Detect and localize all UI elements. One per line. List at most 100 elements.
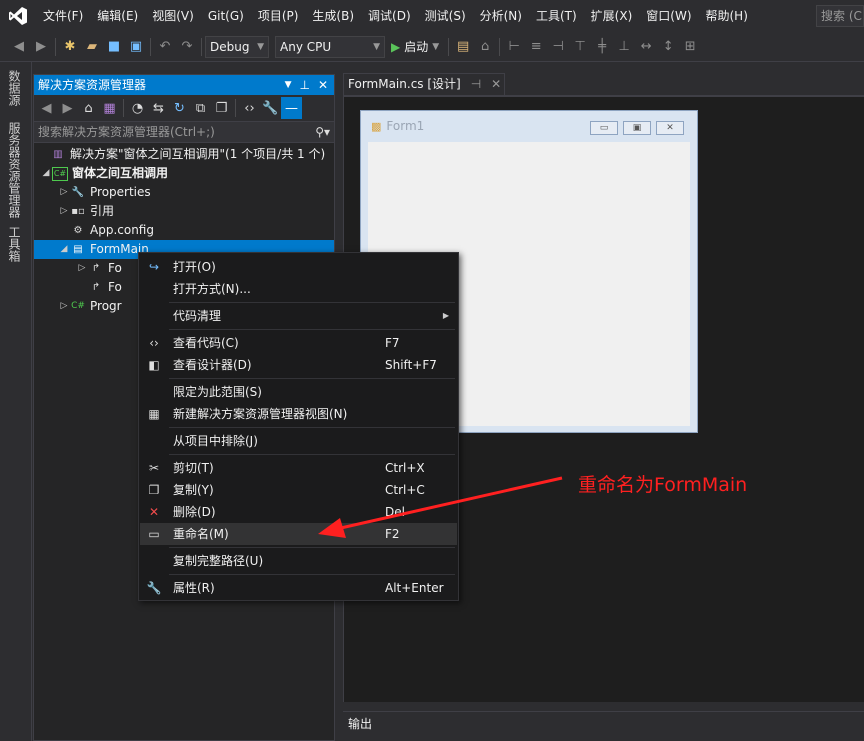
menu-item-new-explorer-view[interactable]: ▦ 新建解决方案资源管理器视图(N) (140, 403, 457, 425)
tree-item-references[interactable]: ▷ ▪▫ 引用 (34, 202, 334, 221)
configuration-select[interactable]: Debug ▼ (205, 35, 269, 58)
menu-item-code-cleanup[interactable]: 代码清理 ▶ (140, 305, 457, 327)
menu-item-label: 从项目中排除(J) (173, 434, 258, 448)
menu-view[interactable]: 视图(V) (145, 0, 201, 32)
align-middle-icon[interactable]: ╪ (591, 36, 613, 58)
new-project-icon[interactable]: ✱ (59, 36, 81, 58)
search-box[interactable]: 搜索 (C (816, 5, 864, 27)
code-icon[interactable]: ‹› (239, 97, 260, 119)
save-all-icon[interactable]: ▣ (125, 36, 147, 58)
toolbar-separator (123, 99, 124, 117)
align-left-icon[interactable]: ⊢ (503, 36, 525, 58)
same-height-icon[interactable]: ↕ (657, 36, 679, 58)
tab-toolbox[interactable]: 工具箱 (6, 226, 23, 262)
menu-debug[interactable]: 调试(D) (361, 0, 418, 32)
chevron-down-icon[interactable]: ◢ (58, 240, 70, 259)
menu-item-copy-full-path[interactable]: 复制完整路径(U) (140, 550, 457, 572)
undo-icon[interactable]: ↶ (154, 36, 176, 58)
menu-test[interactable]: 测试(S) (418, 0, 473, 32)
menu-item-scope-to-this[interactable]: 限定为此范围(S) (140, 381, 457, 403)
refresh-icon[interactable]: ↻ (169, 97, 190, 119)
menu-edit[interactable]: 编辑(E) (90, 0, 145, 32)
pin-icon[interactable]: ⊣ (471, 74, 481, 95)
menu-item-shortcut: Ctrl+X (385, 461, 425, 475)
tree-item-app-config[interactable]: ⚙ App.config (34, 221, 334, 240)
menu-analyze[interactable]: 分析(N) (473, 0, 529, 32)
search-placeholder: 搜索解决方案资源管理器(Ctrl+;) (38, 125, 215, 139)
back-icon[interactable]: ◀ (36, 97, 57, 119)
menu-git[interactable]: Git(G) (201, 0, 251, 32)
forward-icon[interactable]: ▶ (57, 97, 78, 119)
menu-item-view-code[interactable]: ‹› 查看代码(C) F7 (140, 332, 457, 354)
same-size-icon[interactable]: ⊞ (679, 36, 701, 58)
visual-studio-logo-icon[interactable] (0, 0, 36, 32)
tab-formmain-designer[interactable]: FormMain.cs [设计] ⊣ ✕ (343, 73, 505, 95)
save-icon[interactable]: ■ (103, 36, 125, 58)
home-icon[interactable]: ⌂ (474, 36, 496, 58)
menu-item-copy[interactable]: ❐ 复制(Y) Ctrl+C (140, 479, 457, 501)
align-center-icon[interactable]: ≡ (525, 36, 547, 58)
tree-label: 窗体之间互相调用 (72, 166, 169, 180)
menu-item-open-with[interactable]: 打开方式(N)... (140, 278, 457, 300)
tree-item-properties[interactable]: ▷ 🔧 Properties (34, 183, 334, 202)
menu-item-view-designer[interactable]: ◧ 查看设计器(D) Shift+F7 (140, 354, 457, 376)
menu-separator (169, 427, 455, 428)
platform-select[interactable]: Any CPU ▼ (275, 35, 385, 58)
close-icon[interactable]: ✕ (491, 74, 501, 95)
preview-icon[interactable]: — (281, 97, 302, 119)
switch-views-icon[interactable]: ▦ (99, 97, 120, 119)
menu-build[interactable]: 生成(B) (305, 0, 361, 32)
redo-icon[interactable]: ↷ (176, 36, 198, 58)
chevron-right-icon[interactable]: ▷ (58, 297, 70, 316)
chevron-right-icon[interactable]: ▷ (58, 202, 70, 221)
menu-help[interactable]: 帮助(H) (699, 0, 755, 32)
main-toolbar: ◀ ▶ ✱ ▰ ■ ▣ ↶ ↷ Debug ▼ Any CPU ▼ ▶ 启动 ▼ ▤… (0, 32, 864, 62)
chevron-down-icon[interactable]: ◢ (40, 164, 52, 183)
menu-item-cut[interactable]: ✂ 剪切(T) Ctrl+X (140, 457, 457, 479)
menu-item-properties[interactable]: 🔧 属性(R) Alt+Enter (140, 577, 457, 599)
same-width-icon[interactable]: ↔ (635, 36, 657, 58)
tree-item-project[interactable]: ◢ C# 窗体之间互相调用 (34, 164, 334, 183)
menu-separator (169, 378, 455, 379)
start-button[interactable]: ▶ 启动 ▼ (385, 36, 445, 58)
wrench-icon[interactable]: 🔧 (260, 97, 281, 119)
sync-icon[interactable]: ⇆ (148, 97, 169, 119)
home-icon[interactable]: ⌂ (78, 97, 99, 119)
open-folder-icon[interactable]: ▰ (81, 36, 103, 58)
show-all-files-icon[interactable]: ❐ (211, 97, 232, 119)
tree-item-solution[interactable]: ▥ 解决方案"窗体之间互相调用"(1 个项目/共 1 个) (34, 145, 334, 164)
find-in-files-icon[interactable]: ▤ (452, 36, 474, 58)
menu-extensions[interactable]: 扩展(X) (584, 0, 640, 32)
collapse-all-icon[interactable]: ⧉ (190, 97, 211, 119)
wrench-icon: 🔧 (71, 187, 85, 198)
menu-separator (169, 454, 455, 455)
close-icon[interactable]: ✕ (318, 75, 328, 95)
chevron-down-icon[interactable]: ▼ (285, 75, 292, 95)
open-icon: ↪ (148, 260, 160, 274)
back-icon[interactable]: ◀ (8, 36, 30, 58)
menu-item-open[interactable]: ↪ 打开(O) (140, 256, 457, 278)
menu-item-delete[interactable]: ✕ 删除(D) Del (140, 501, 457, 523)
pending-changes-icon[interactable]: ◔ (127, 97, 148, 119)
menu-project[interactable]: 项目(P) (251, 0, 306, 32)
pin-icon[interactable]: ⊥ (299, 75, 309, 95)
toolbar-separator (448, 37, 450, 56)
toolbar-separator (150, 37, 151, 56)
align-right-icon[interactable]: ⊣ (547, 36, 569, 58)
code-icon: ‹› (149, 336, 159, 350)
menu-item-rename[interactable]: ▭ 重命名(M) F2 (140, 523, 457, 545)
tab-data-sources[interactable]: 数据源 (6, 70, 23, 106)
solution-explorer-search[interactable]: 搜索解决方案资源管理器(Ctrl+;) ⚲▾ (34, 121, 334, 143)
forward-icon[interactable]: ▶ (30, 36, 52, 58)
menu-item-label: 打开(O) (173, 260, 216, 274)
menu-tools[interactable]: 工具(T) (529, 0, 584, 32)
toolbar-separator (55, 37, 56, 56)
chevron-right-icon[interactable]: ▷ (58, 183, 70, 202)
align-top-icon[interactable]: ⊤ (569, 36, 591, 58)
align-bottom-icon[interactable]: ⊥ (613, 36, 635, 58)
tab-server-explorer[interactable]: 服务器资源管理器 (6, 122, 23, 218)
menu-window[interactable]: 窗口(W) (639, 0, 698, 32)
chevron-right-icon[interactable]: ▷ (76, 259, 88, 278)
menu-item-exclude-from-project[interactable]: 从项目中排除(J) (140, 430, 457, 452)
menu-file[interactable]: 文件(F) (36, 0, 90, 32)
